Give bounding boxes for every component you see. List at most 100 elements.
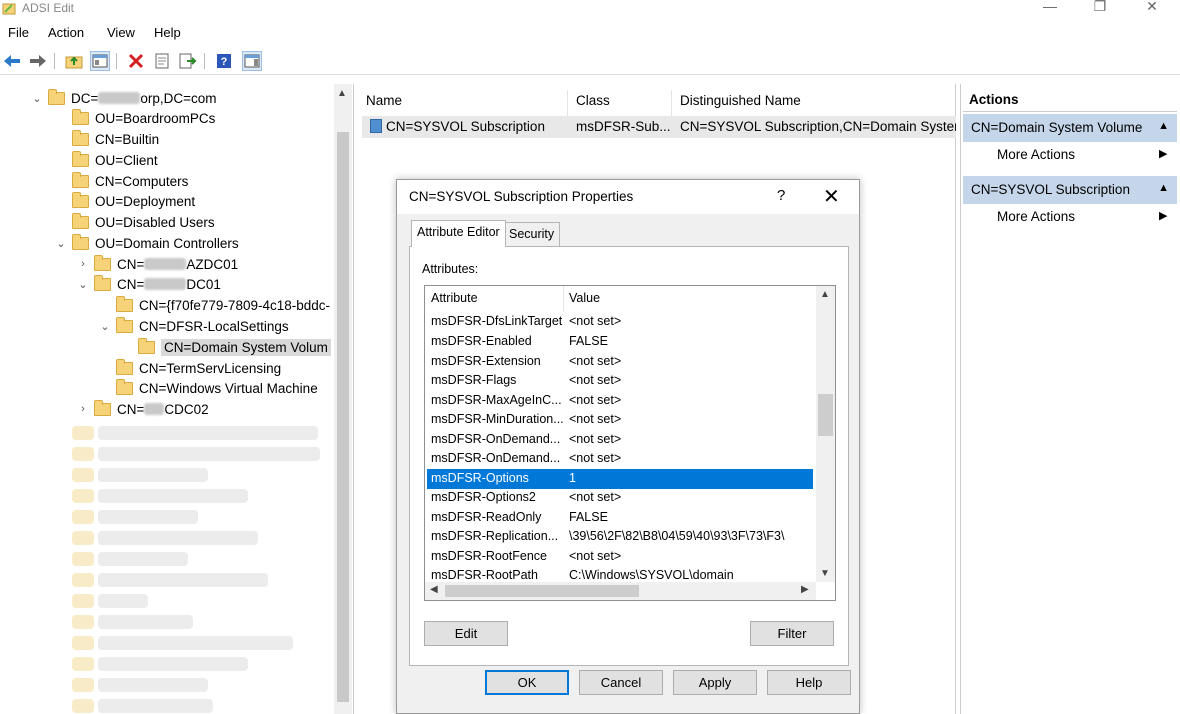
menu-help[interactable]: Help	[154, 25, 181, 40]
attribute-name: msDFSR-ReadOnly	[431, 510, 542, 524]
tab-security[interactable]: Security	[503, 222, 561, 246]
attribute-row[interactable]: msDFSR-RootFence <not set>	[427, 547, 813, 567]
expand-chevron-icon[interactable]: ›	[76, 258, 90, 270]
scroll-up-arrow-icon[interactable]: ▲	[337, 88, 347, 99]
column-header-value[interactable]: Value	[569, 291, 600, 305]
attributes-horizontal-scrollbar[interactable]: ◀ ▶	[425, 582, 816, 600]
cancel-button[interactable]: Cancel	[579, 670, 663, 695]
actions-section-header[interactable]: CN=SYSVOL Subscription ▲	[963, 176, 1177, 204]
tree-node[interactable]: CN=Windows Virtual Machine	[98, 378, 318, 398]
menu-action[interactable]: Action	[48, 25, 84, 40]
tree-node-label: OU=Disabled Users	[95, 214, 215, 230]
menu-view[interactable]: View	[107, 25, 135, 40]
tree-node-label: CN=DFSR-LocalSettings	[139, 318, 289, 334]
tree-scrollbar[interactable]: ▲	[334, 84, 352, 714]
close-window-button[interactable]: ✕	[1132, 0, 1172, 18]
column-divider	[563, 286, 564, 312]
scrollbar-thumb[interactable]	[818, 394, 833, 436]
help-icon[interactable]: ?	[214, 51, 234, 71]
more-actions-menu[interactable]: More Actions ▶	[997, 209, 1167, 224]
attribute-row[interactable]: msDFSR-Extension <not set>	[427, 352, 813, 372]
filter-button[interactable]: Filter	[750, 621, 834, 646]
attribute-row[interactable]: msDFSR-Enabled FALSE	[427, 332, 813, 352]
list-item[interactable]: CN=SYSVOL Subscription msDFSR-Sub... CN=…	[362, 116, 956, 138]
dialog-close-button[interactable]: ✕	[823, 184, 840, 209]
tree-node-domain-controllers[interactable]: ⌄ OU=Domain Controllers	[54, 233, 239, 253]
redacted-folder-icon	[72, 510, 94, 524]
scrollbar-thumb[interactable]	[337, 132, 349, 702]
delete-icon[interactable]	[126, 51, 146, 71]
help-button[interactable]: Help	[767, 670, 851, 695]
attribute-value: <not set>	[569, 373, 622, 387]
tree-node[interactable]: OU=BoardroomPCs	[54, 108, 215, 128]
tree-node[interactable]: › CN= CDC02	[76, 399, 209, 419]
attribute-row[interactable]: msDFSR-OnDemand... <not set>	[427, 430, 813, 450]
redacted-folder-icon	[72, 573, 94, 587]
column-header-name[interactable]: Name	[358, 90, 568, 116]
column-header-class[interactable]: Class	[568, 90, 672, 116]
collapse-caret-icon[interactable]: ▲	[1158, 182, 1169, 194]
tree-node-label: OU=Deployment	[95, 193, 196, 209]
title-bar: ADSI Edit — ❐ ✕	[0, 0, 1180, 20]
expand-chevron-icon[interactable]: ›	[76, 403, 90, 415]
scroll-up-arrow-icon[interactable]: ▲	[820, 289, 830, 300]
attribute-row[interactable]: msDFSR-Flags <not set>	[427, 371, 813, 391]
collapse-caret-icon[interactable]: ▲	[1158, 120, 1169, 132]
show-action-pane-icon[interactable]	[242, 51, 262, 71]
attribute-row[interactable]: msDFSR-ReadOnly FALSE	[427, 508, 813, 528]
export-list-icon[interactable]	[178, 51, 198, 71]
attribute-row[interactable]: msDFSR-OnDemand... <not set>	[427, 449, 813, 469]
attribute-row[interactable]: msDFSR-MaxAgeInC... <not set>	[427, 391, 813, 411]
ok-button[interactable]: OK	[485, 670, 569, 695]
collapse-chevron-icon[interactable]: ⌄	[76, 278, 90, 291]
edit-button[interactable]: Edit	[424, 621, 508, 646]
restore-button[interactable]: ❐	[1080, 0, 1120, 18]
tree-node-label-suffix: AZDC01	[186, 256, 239, 272]
up-folder-icon[interactable]	[64, 51, 84, 71]
scroll-left-arrow-icon[interactable]: ◀	[430, 584, 438, 595]
menu-file[interactable]: File	[8, 25, 29, 40]
attribute-row-selected[interactable]: msDFSR-Options 1	[427, 469, 813, 489]
scrollbar-thumb[interactable]	[445, 585, 639, 597]
minimize-button[interactable]: —	[1030, 0, 1070, 18]
tree-node-selected[interactable]: CN=Domain System Volum	[120, 337, 331, 357]
tree-node[interactable]: CN={f70fe779-7809-4c18-bddc-	[98, 295, 330, 315]
tree-node[interactable]: CN=TermServLicensing	[98, 358, 281, 378]
back-arrow-icon[interactable]	[2, 51, 22, 71]
actions-section-label: CN=Domain System Volume	[971, 120, 1143, 135]
show-hide-tree-icon[interactable]	[90, 51, 110, 71]
tree-node[interactable]: CN=Computers	[54, 171, 188, 191]
attribute-row[interactable]: msDFSR-Replication... \39\56\2F\82\B8\04\…	[427, 527, 813, 547]
collapse-chevron-icon[interactable]: ⌄	[30, 92, 44, 105]
attribute-name: msDFSR-MinDuration...	[431, 412, 564, 426]
column-header-distinguished-name[interactable]: Distinguished Name	[672, 90, 956, 116]
tree-node[interactable]: CN=Builtin	[54, 129, 159, 149]
more-actions-menu[interactable]: More Actions ▶	[997, 147, 1167, 162]
tree-node[interactable]: OU=Deployment	[54, 191, 195, 211]
collapse-chevron-icon[interactable]: ⌄	[54, 237, 68, 250]
scroll-right-arrow-icon[interactable]: ▶	[801, 584, 809, 595]
attribute-value: <not set>	[569, 432, 622, 446]
attribute-row[interactable]: msDFSR-MinDuration... <not set>	[427, 410, 813, 430]
attribute-row[interactable]: msDFSR-DfsLinkTarget <not set>	[427, 312, 813, 332]
attribute-row[interactable]: msDFSR-Options2 <not set>	[427, 488, 813, 508]
redacted-text	[144, 278, 187, 290]
forward-arrow-icon[interactable]	[28, 51, 48, 71]
tree-node[interactable]: ⌄ CN= DC01	[76, 274, 221, 294]
tree-node[interactable]: ⌄ CN=DFSR-LocalSettings	[98, 316, 289, 336]
tree-node-domain-root[interactable]: ⌄ DC= orp,DC=com	[30, 88, 217, 108]
attribute-row[interactable]: msDFSR-RootPath C:\Windows\SYSVOL\domain	[427, 566, 813, 582]
tab-attribute-editor[interactable]: Attribute Editor	[411, 220, 506, 247]
attributes-vertical-scrollbar[interactable]: ▲ ▼	[816, 286, 835, 582]
apply-button[interactable]: Apply	[673, 670, 757, 695]
dialog-help-button[interactable]: ?	[777, 187, 785, 204]
actions-section-header[interactable]: CN=Domain System Volume ▲	[963, 114, 1177, 142]
redacted-folder-icon	[72, 594, 94, 608]
tree-node[interactable]: OU=Client	[54, 150, 158, 170]
tree-node[interactable]: › CN= AZDC01	[76, 254, 238, 274]
scroll-down-arrow-icon[interactable]: ▼	[820, 568, 830, 579]
collapse-chevron-icon[interactable]: ⌄	[98, 320, 112, 333]
properties-icon[interactable]	[152, 51, 172, 71]
tree-node[interactable]: OU=Disabled Users	[54, 212, 215, 232]
column-header-attribute[interactable]: Attribute	[431, 291, 478, 305]
